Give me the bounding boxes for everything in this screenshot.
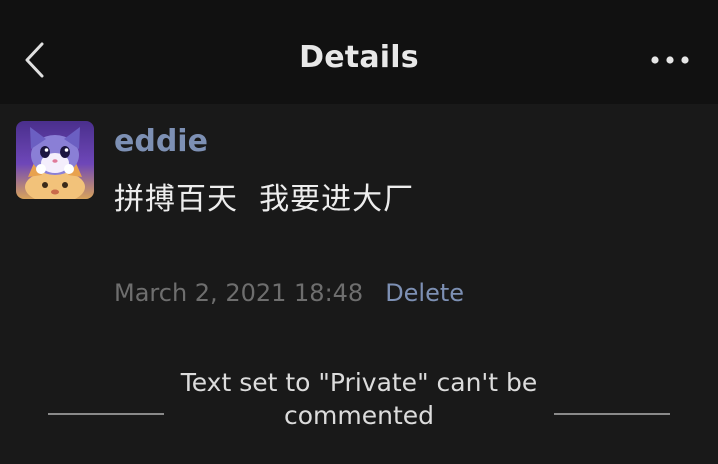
delete-button[interactable]: Delete <box>385 279 464 307</box>
navigation-bar: Details <box>0 0 718 104</box>
private-comment-notice: Text set to "Private" can't be commented <box>0 366 718 432</box>
avatar[interactable] <box>16 121 94 199</box>
notice-text: Text set to "Private" can't be commented <box>180 368 538 430</box>
divider-left <box>48 413 164 415</box>
ellipsis-icon <box>651 56 689 64</box>
divider-right <box>554 413 670 415</box>
details-screen: Details eddie 拼搏百天 我要进大厂 March 2, 2021 1… <box>0 0 718 464</box>
more-button[interactable] <box>644 44 696 76</box>
username-link[interactable]: eddie <box>114 124 208 159</box>
cat-avatar-icon <box>16 121 94 199</box>
post-timestamp: March 2, 2021 18:48 <box>114 279 364 307</box>
post-meta: March 2, 2021 18:48 Delete <box>114 279 464 307</box>
post-text: 拼搏百天 我要进大厂 <box>114 182 415 217</box>
page-title: Details <box>299 40 419 75</box>
